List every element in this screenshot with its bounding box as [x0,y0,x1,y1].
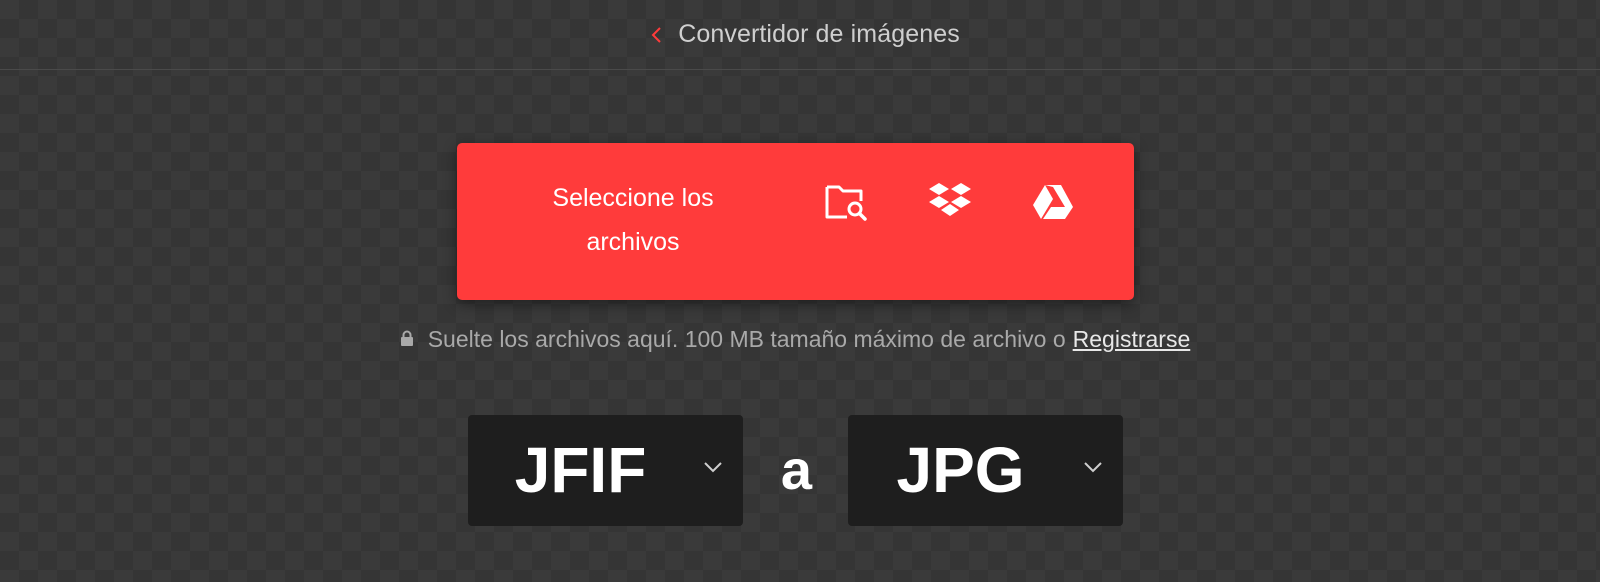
drop-hint-text: Suelte los archivos aquí. 100 MB tamaño … [427,326,1066,352]
upload-dropzone[interactable]: Seleccione los archivos [457,143,1134,300]
chevron-left-icon [650,26,664,44]
page-title: Convertidor de imágenes [678,20,960,48]
top-bar: Convertidor de imágenes [0,0,1600,70]
folder-search-icon[interactable] [823,181,869,223]
google-drive-icon[interactable] [1030,181,1076,223]
from-format-value: JFIF [514,434,647,506]
format-connector: a [780,438,813,501]
back-link[interactable]: Convertidor de imágenes [650,20,960,49]
to-format-value: JPG [896,434,1025,506]
from-format-select[interactable]: JFIF [468,415,743,526]
drop-hint: Suelte los archivos aquí. 100 MB tamaño … [0,326,1600,353]
select-files-button[interactable]: Seleccione los archivos [517,176,749,264]
lock-icon [400,326,428,353]
register-link[interactable]: Registrarse [1073,326,1191,353]
dropbox-icon[interactable] [927,181,973,223]
to-format-select[interactable]: JPG [848,415,1123,526]
